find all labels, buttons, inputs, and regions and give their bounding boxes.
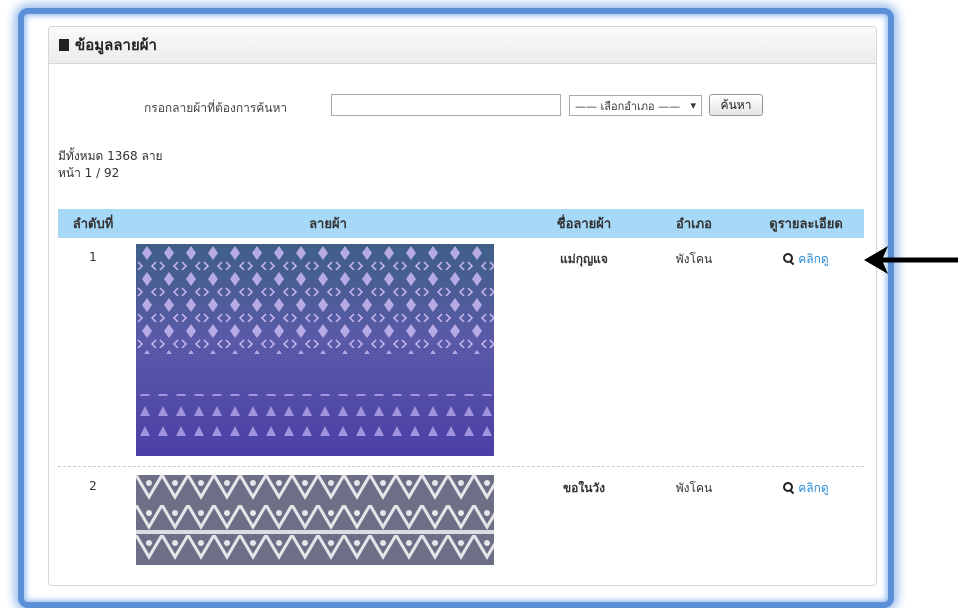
table-row: 1 แม่กุญแจ พังโคน คลิกดู: [58, 238, 864, 460]
search-label: กรอกลายผ้าที่ต้องการค้นหา: [144, 101, 288, 115]
detail-link-label: คลิกดู: [798, 481, 829, 495]
row-name: แม่กุญแจ: [560, 252, 608, 266]
row-district: พังโคน: [675, 252, 713, 266]
row-district: พังโคน: [675, 481, 713, 495]
header-district: อำเภอ: [676, 217, 712, 232]
result-summary: มีทั้งหมด 1368 ลาย หน้า 1 / 92: [58, 148, 163, 182]
table-header: ลำดับที่ ลายผ้า ชื่อลายผ้า อำเภอ ดูรายละ…: [58, 209, 864, 238]
district-select[interactable]: —— เลือกอำเภอ —— ▾: [569, 95, 702, 116]
district-select-value: —— เลือกอำเภอ ——: [575, 99, 681, 113]
search-icon: [783, 253, 794, 264]
header-detail: ดูรายละเอียด: [769, 217, 843, 232]
row-no: 2: [89, 479, 97, 493]
detail-link[interactable]: คลิกดู: [748, 238, 864, 269]
detail-link[interactable]: คลิกดู: [748, 467, 864, 498]
header-name: ชื่อลายผ้า: [556, 217, 612, 232]
search-row: กรอกลายผ้าที่ต้องการค้นหา —— เลือกอำเภอ …: [49, 94, 876, 118]
chevron-down-icon: ▾: [690, 99, 696, 112]
table-row: 2 ขอในวัง พังโคน คลิกดู: [58, 466, 864, 565]
panel-header: ข้อมูลลายผ้า: [49, 27, 876, 64]
panel-title: ข้อมูลลายผ้า: [75, 36, 157, 54]
row-name: ขอในวัง: [562, 481, 606, 495]
header-image: ลายผ้า: [309, 217, 347, 232]
detail-link-label: คลิกดู: [798, 252, 829, 266]
search-button[interactable]: ค้นหา: [709, 94, 763, 116]
page-indicator: หน้า 1 / 92: [58, 166, 120, 180]
fabric-image: [136, 475, 494, 565]
search-input[interactable]: [331, 94, 561, 116]
total-count: มีทั้งหมด 1368 ลาย: [58, 149, 163, 163]
panel-icon: [59, 39, 69, 51]
fabric-table: ลำดับที่ ลายผ้า ชื่อลายผ้า อำเภอ ดูรายละ…: [58, 209, 864, 565]
header-no: ลำดับที่: [72, 217, 114, 232]
fabric-image: [136, 244, 494, 456]
search-icon: [783, 482, 794, 493]
arrow-left-icon: [864, 246, 958, 274]
row-no: 1: [89, 250, 97, 264]
